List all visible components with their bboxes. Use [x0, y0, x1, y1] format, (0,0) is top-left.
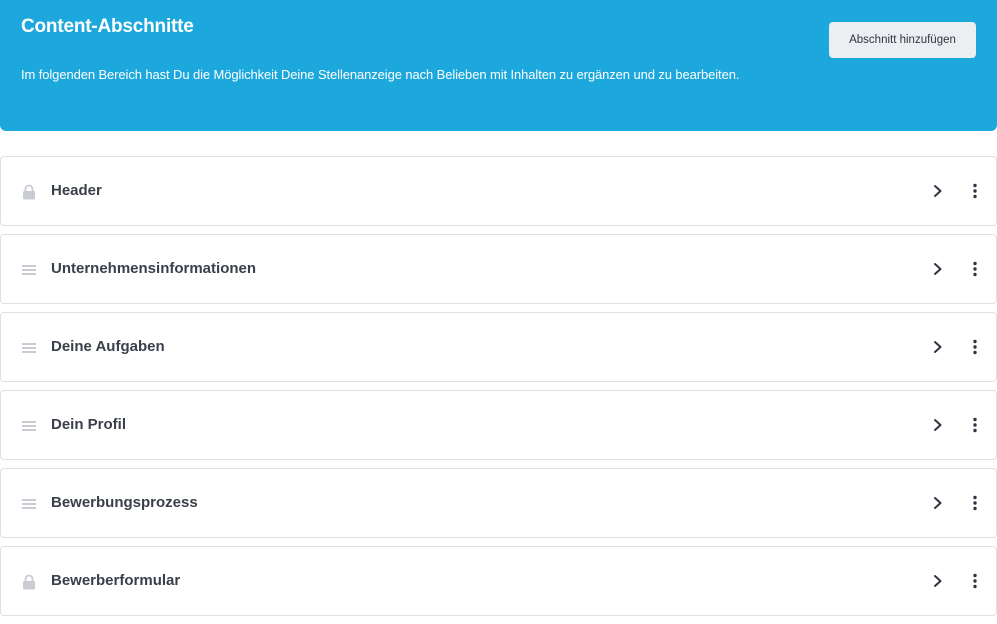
- section-label: Header: [51, 182, 102, 199]
- section-item-dein-profil[interactable]: Dein Profil: [0, 390, 997, 460]
- drag-handle-icon[interactable]: [21, 262, 37, 278]
- add-section-button[interactable]: Abschnitt hinzufügen: [829, 22, 976, 58]
- section-item-deine-aufgaben[interactable]: Deine Aufgaben: [0, 312, 997, 382]
- header-banner: Content-Abschnitte Im folgenden Bereich …: [0, 0, 997, 131]
- section-label: Unternehmensinformationen: [51, 260, 257, 277]
- lock-icon: [21, 184, 37, 200]
- section-label: Deine Aufgaben: [51, 338, 165, 355]
- page-description: Im folgenden Bereich hast Du die Möglich…: [21, 67, 740, 82]
- drag-handle-icon[interactable]: [21, 418, 37, 434]
- chevron-right-icon[interactable]: [930, 416, 946, 434]
- chevron-right-icon[interactable]: [930, 182, 946, 200]
- section-item-header[interactable]: Header: [0, 156, 997, 226]
- more-options-icon[interactable]: [967, 572, 983, 590]
- chevron-right-icon[interactable]: [930, 494, 946, 512]
- more-options-icon[interactable]: [967, 338, 983, 356]
- section-list: Header Unternehmensinformationen Deine A…: [0, 156, 997, 624]
- section-label: Bewerberformular: [51, 572, 181, 589]
- drag-handle-icon[interactable]: [21, 340, 37, 356]
- drag-handle-icon[interactable]: [21, 496, 37, 512]
- chevron-right-icon[interactable]: [930, 260, 946, 278]
- more-options-icon[interactable]: [967, 182, 983, 200]
- chevron-right-icon[interactable]: [930, 572, 946, 590]
- more-options-icon[interactable]: [967, 260, 983, 278]
- more-options-icon[interactable]: [967, 416, 983, 434]
- more-options-icon[interactable]: [967, 494, 983, 512]
- lock-icon: [21, 574, 37, 590]
- section-item-bewerberformular[interactable]: Bewerberformular: [0, 546, 997, 616]
- chevron-right-icon[interactable]: [930, 338, 946, 356]
- section-label: Bewerbungsprozess: [51, 494, 198, 511]
- section-item-unternehmensinformationen[interactable]: Unternehmensinformationen: [0, 234, 997, 304]
- section-item-bewerbungsprozess[interactable]: Bewerbungsprozess: [0, 468, 997, 538]
- page-title: Content-Abschnitte: [21, 16, 194, 37]
- section-label: Dein Profil: [51, 416, 127, 433]
